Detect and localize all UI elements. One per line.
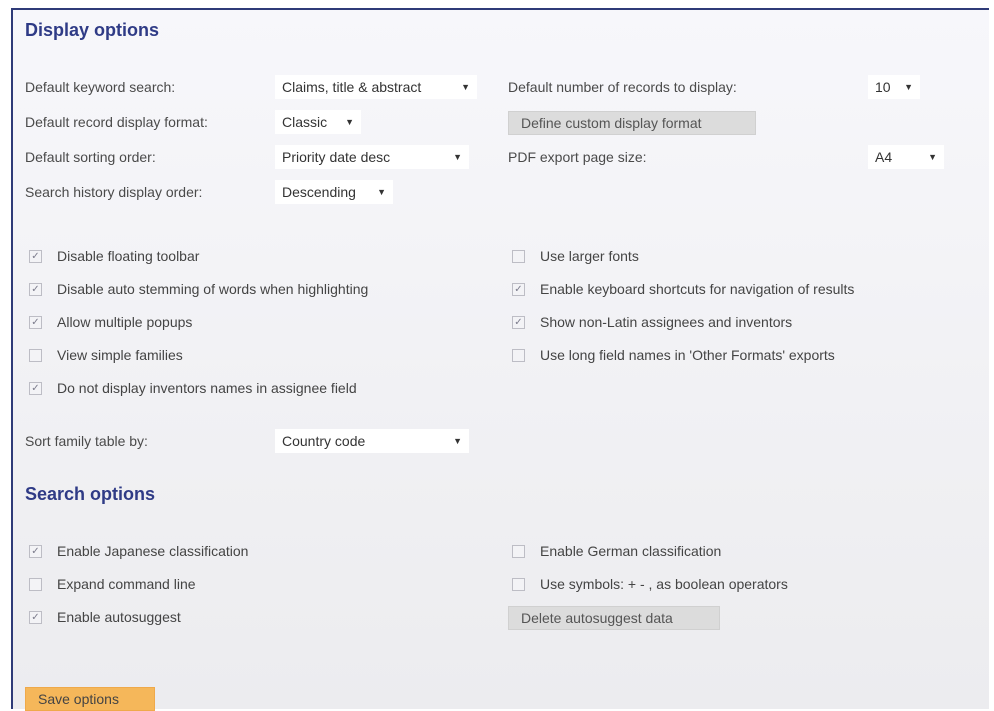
checkbox-icon: ✓ <box>29 249 42 263</box>
chevron-down-icon: ▼ <box>904 82 913 92</box>
num-records-select[interactable]: 10 ▼ <box>868 75 920 99</box>
checkbox-japanese-classification[interactable]: ✓ Enable Japanese classification <box>29 543 248 559</box>
record-format-label: Default record display format: <box>25 114 208 130</box>
checkbox-icon: ✓ <box>29 610 42 624</box>
chevron-down-icon: ▼ <box>928 152 937 162</box>
checkbox-boolean-symbols[interactable]: Use symbols: + - , as boolean operators <box>512 576 788 592</box>
history-order-label: Search history display order: <box>25 184 203 200</box>
checkbox-icon: ✓ <box>29 381 42 395</box>
keyword-search-select[interactable]: Claims, title & abstract ▼ <box>275 75 477 99</box>
checkbox-german-classification[interactable]: Enable German classification <box>512 543 721 559</box>
chevron-down-icon: ▼ <box>345 117 354 127</box>
checkbox-long-field-names[interactable]: Use long field names in 'Other Formats' … <box>512 347 835 363</box>
save-options-button[interactable]: Save options <box>25 687 155 711</box>
keyword-search-value: Claims, title & abstract <box>282 79 422 95</box>
checkbox-label: Enable Japanese classification <box>57 543 249 559</box>
checkbox-icon <box>29 348 42 362</box>
search-options-heading: Search options <box>25 484 156 504</box>
checkbox-show-non-latin[interactable]: ✓ Show non-Latin assignees and inventors <box>512 314 792 330</box>
checkbox-icon: ✓ <box>29 282 42 296</box>
keyword-search-label: Default keyword search: <box>25 79 176 95</box>
family-sort-label: Sort family table by: <box>25 433 148 449</box>
checkbox-keyboard-shortcuts[interactable]: ✓ Enable keyboard shortcuts for navigati… <box>512 281 854 297</box>
checkbox-icon <box>512 249 525 263</box>
chevron-down-icon: ▼ <box>377 187 386 197</box>
chevron-down-icon: ▼ <box>461 82 470 92</box>
display-options-heading: Display options <box>25 20 160 40</box>
history-order-select[interactable]: Descending ▼ <box>275 180 393 204</box>
checkbox-icon: ✓ <box>512 315 525 329</box>
checkbox-allow-multiple-popups[interactable]: ✓ Allow multiple popups <box>29 314 192 330</box>
checkbox-label: Disable auto stemming of words when high… <box>57 281 369 297</box>
history-order-value: Descending <box>282 184 356 200</box>
sorting-order-select[interactable]: Priority date desc ▼ <box>275 145 469 169</box>
sorting-order-value: Priority date desc <box>282 149 391 165</box>
checkbox-label: Use long field names in 'Other Formats' … <box>540 347 835 363</box>
checkbox-view-simple-families[interactable]: View simple families <box>29 347 183 363</box>
pdf-size-value: A4 <box>875 149 893 165</box>
delete-autosuggest-button[interactable]: Delete autosuggest data <box>508 606 720 630</box>
options-panel: Display options Default keyword search: … <box>11 8 989 711</box>
checkbox-icon <box>512 544 525 558</box>
checkbox-label: Enable keyboard shortcuts for navigation… <box>540 281 855 297</box>
checkbox-label: Expand command line <box>57 576 196 592</box>
pdf-size-label: PDF export page size: <box>508 149 647 165</box>
checkbox-disable-auto-stemming[interactable]: ✓ Disable auto stemming of words when hi… <box>29 281 368 297</box>
checkbox-use-larger-fonts[interactable]: Use larger fonts <box>512 248 639 264</box>
family-sort-value: Country code <box>282 433 366 449</box>
checkbox-icon: ✓ <box>512 282 525 296</box>
checkbox-label: View simple families <box>57 347 183 363</box>
checkbox-label: Enable German classification <box>540 543 722 559</box>
record-format-select[interactable]: Classic ▼ <box>275 110 361 134</box>
checkbox-label: Use larger fonts <box>540 248 639 264</box>
num-records-label: Default number of records to display: <box>508 79 737 95</box>
family-sort-select[interactable]: Country code ▼ <box>275 429 469 453</box>
record-format-value: Classic <box>282 114 328 130</box>
checkbox-icon <box>512 577 525 591</box>
chevron-down-icon: ▼ <box>453 436 462 446</box>
checkbox-label: Show non-Latin assignees and inventors <box>540 314 793 330</box>
checkbox-label: Allow multiple popups <box>57 314 193 330</box>
checkbox-label: Do not display inventors names in assign… <box>57 380 357 396</box>
checkbox-label: Enable autosuggest <box>57 609 181 625</box>
checkbox-label: Use symbols: + - , as boolean operators <box>540 576 788 592</box>
sorting-order-label: Default sorting order: <box>25 149 156 165</box>
define-custom-format-button[interactable]: Define custom display format <box>508 111 756 135</box>
checkbox-expand-command-line[interactable]: Expand command line <box>29 576 196 592</box>
checkbox-no-inventors-in-assignee[interactable]: ✓ Do not display inventors names in assi… <box>29 380 357 396</box>
checkbox-disable-floating-toolbar[interactable]: ✓ Disable floating toolbar <box>29 248 199 264</box>
checkbox-label: Disable floating toolbar <box>57 248 200 264</box>
checkbox-icon <box>29 577 42 591</box>
checkbox-icon: ✓ <box>29 315 42 329</box>
checkbox-enable-autosuggest[interactable]: ✓ Enable autosuggest <box>29 609 181 625</box>
pdf-size-select[interactable]: A4 ▼ <box>868 145 944 169</box>
num-records-value: 10 <box>875 79 891 95</box>
chevron-down-icon: ▼ <box>453 152 462 162</box>
checkbox-icon <box>512 348 525 362</box>
checkbox-icon: ✓ <box>29 544 42 558</box>
